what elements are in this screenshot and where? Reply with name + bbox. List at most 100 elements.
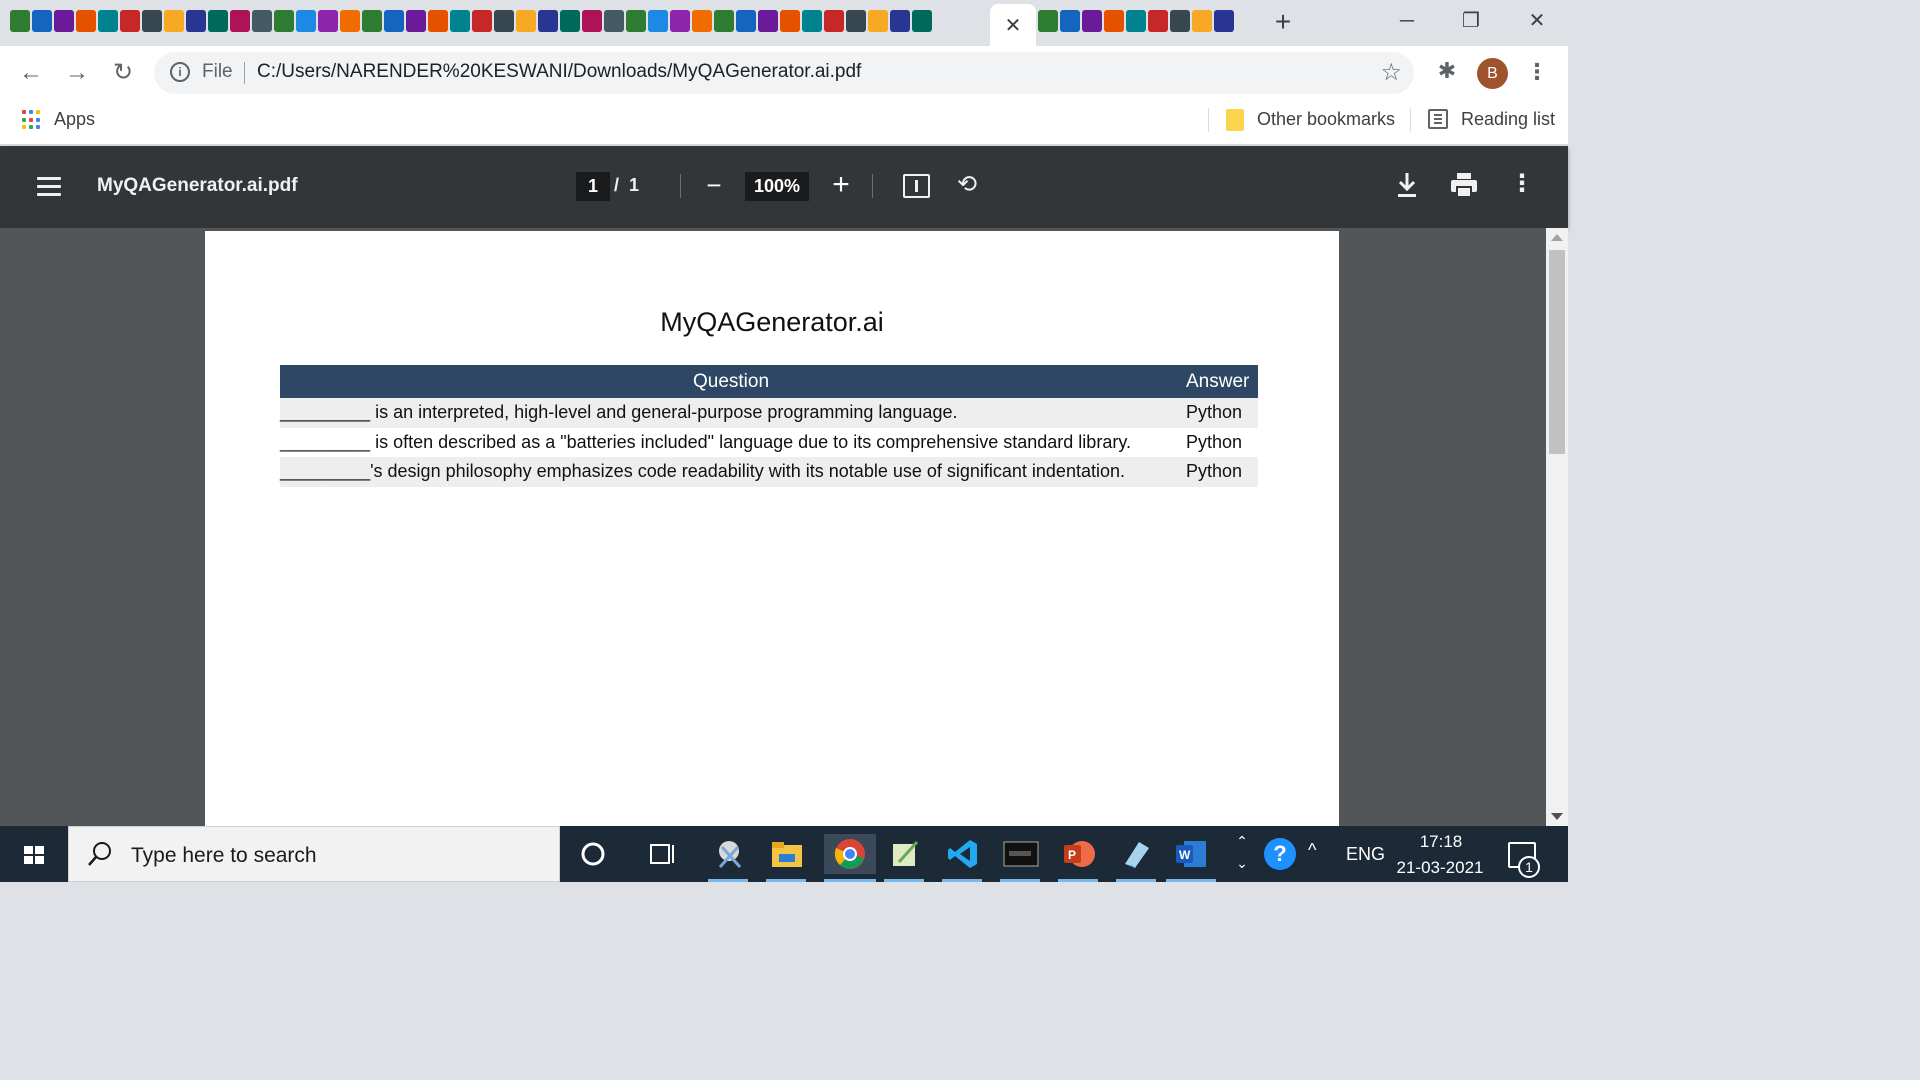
favicon-icon[interactable] (1192, 10, 1212, 32)
favicon-icon[interactable] (516, 10, 536, 32)
favicon-icon[interactable] (582, 10, 602, 32)
fit-to-page-icon[interactable] (903, 174, 930, 198)
snipping-tool-icon[interactable] (708, 834, 750, 874)
favicon-icon[interactable] (692, 10, 712, 32)
favicon-icon[interactable] (274, 10, 294, 32)
extensions-puzzle-icon[interactable]: ✱ (1434, 58, 1460, 86)
paint-icon[interactable] (1116, 834, 1158, 874)
other-bookmarks[interactable]: Other bookmarks (1257, 109, 1395, 130)
favicon-icon[interactable] (912, 10, 932, 32)
notepad-icon[interactable] (884, 834, 926, 874)
favicon-icon[interactable] (296, 10, 316, 32)
input-language[interactable]: ENG (1346, 844, 1385, 865)
favicon-icon[interactable] (472, 10, 492, 32)
tab-close-icon[interactable]: ✕ (1005, 13, 1022, 38)
favicon-icon[interactable] (890, 10, 910, 32)
favicon-icon[interactable] (1170, 10, 1190, 32)
favicon-icon[interactable] (802, 10, 822, 32)
zoom-out-button[interactable]: − (700, 172, 728, 201)
restore-button[interactable]: ❐ (1446, 6, 1496, 36)
favicon-icon[interactable] (76, 10, 96, 32)
info-icon[interactable]: i (170, 62, 190, 82)
sidebar-menu-icon[interactable] (37, 177, 61, 197)
forward-button[interactable]: → (62, 58, 92, 88)
print-icon[interactable] (1450, 172, 1478, 198)
word-icon[interactable]: W (1166, 834, 1216, 874)
scroll-up-arrow-icon[interactable] (1551, 234, 1563, 241)
scroll-down-arrow-icon[interactable] (1551, 813, 1563, 820)
favicon-icon[interactable] (10, 10, 30, 32)
apps-grid-icon[interactable] (22, 110, 42, 130)
profile-avatar[interactable]: B (1477, 58, 1508, 89)
favicon-icon[interactable] (1038, 10, 1058, 32)
vertical-scrollbar[interactable] (1546, 228, 1568, 826)
pdf-viewer-area[interactable]: MyQAGenerator.ai Question Answer _______… (0, 228, 1546, 851)
zoom-in-button[interactable]: + (827, 170, 855, 201)
favicon-icon[interactable] (208, 10, 228, 32)
clock-date[interactable]: 21-03-2021 (1392, 858, 1488, 878)
browser-menu-icon[interactable]: ⋮ (1526, 58, 1548, 88)
favicon-icon[interactable] (604, 10, 624, 32)
chevron-up-icon[interactable]: ⌃ (1232, 830, 1252, 852)
apps-bookmark[interactable]: Apps (54, 109, 95, 130)
favicon-icon[interactable] (450, 10, 470, 32)
favicon-icon[interactable] (670, 10, 690, 32)
favicon-icon[interactable] (186, 10, 206, 32)
favicon-icon[interactable] (142, 10, 162, 32)
favicon-icon[interactable] (1214, 10, 1234, 32)
favicon-icon[interactable] (54, 10, 74, 32)
vscode-icon[interactable] (942, 834, 984, 874)
zoom-level-input[interactable]: 100% (745, 172, 809, 201)
favicon-icon[interactable] (1082, 10, 1102, 32)
pdf-more-options-icon[interactable]: ⋮ (1510, 170, 1534, 200)
favicon-icon[interactable] (868, 10, 888, 32)
reading-list[interactable]: Reading list (1461, 109, 1555, 130)
chrome-icon[interactable] (824, 834, 876, 874)
minimize-button[interactable]: ─ (1382, 6, 1432, 36)
favicon-icon[interactable] (538, 10, 558, 32)
favicon-icon[interactable] (120, 10, 140, 32)
help-icon[interactable]: ? (1264, 838, 1296, 870)
favicon-icon[interactable] (1148, 10, 1168, 32)
clock-time[interactable]: 17:18 (1396, 832, 1486, 852)
favicon-icon[interactable] (824, 10, 844, 32)
bookmark-star-icon[interactable]: ☆ (1380, 58, 1402, 87)
favicon-icon[interactable] (494, 10, 514, 32)
reload-button[interactable]: ↻ (108, 58, 138, 88)
favicon-icon[interactable] (758, 10, 778, 32)
chevron-down-icon[interactable]: ⌄ (1232, 852, 1252, 874)
back-button[interactable]: ← (16, 58, 46, 88)
favicon-icon[interactable] (714, 10, 734, 32)
favicon-icon[interactable] (428, 10, 448, 32)
favicon-icon[interactable] (846, 10, 866, 32)
tab-favicons-right[interactable] (1038, 10, 1234, 36)
download-icon[interactable] (1394, 170, 1420, 200)
favicon-icon[interactable] (1060, 10, 1080, 32)
scrollbar-thumb[interactable] (1549, 250, 1565, 454)
favicon-icon[interactable] (98, 10, 118, 32)
favicon-icon[interactable] (362, 10, 382, 32)
favicon-icon[interactable] (384, 10, 404, 32)
task-view-icon[interactable] (642, 834, 684, 874)
favicon-icon[interactable] (252, 10, 272, 32)
favicon-icon[interactable] (1104, 10, 1124, 32)
cortana-icon[interactable] (572, 834, 614, 874)
favicon-icon[interactable] (340, 10, 360, 32)
mysql-icon[interactable] (1000, 834, 1042, 874)
favicon-icon[interactable] (1126, 10, 1146, 32)
favicon-icon[interactable] (32, 10, 52, 32)
taskbar-search-box[interactable]: Type here to search (68, 826, 560, 882)
show-hidden-icons-icon[interactable]: ^ (1308, 840, 1316, 861)
taskbar-scroll-buttons[interactable]: ⌃ ⌄ (1232, 830, 1252, 878)
favicon-icon[interactable] (736, 10, 756, 32)
active-tab[interactable]: ✕ (990, 4, 1036, 46)
favicon-icon[interactable] (648, 10, 668, 32)
address-bar[interactable]: i File C:/Users/NARENDER%20KESWANI/Downl… (154, 52, 1414, 94)
rotate-icon[interactable]: ⟲ (953, 170, 981, 200)
favicon-icon[interactable] (560, 10, 580, 32)
tab-favicons-left[interactable] (10, 10, 932, 36)
start-button[interactable] (0, 826, 68, 882)
favicon-icon[interactable] (406, 10, 426, 32)
powerpoint-icon[interactable]: P (1058, 834, 1100, 874)
file-explorer-icon[interactable] (766, 834, 808, 874)
